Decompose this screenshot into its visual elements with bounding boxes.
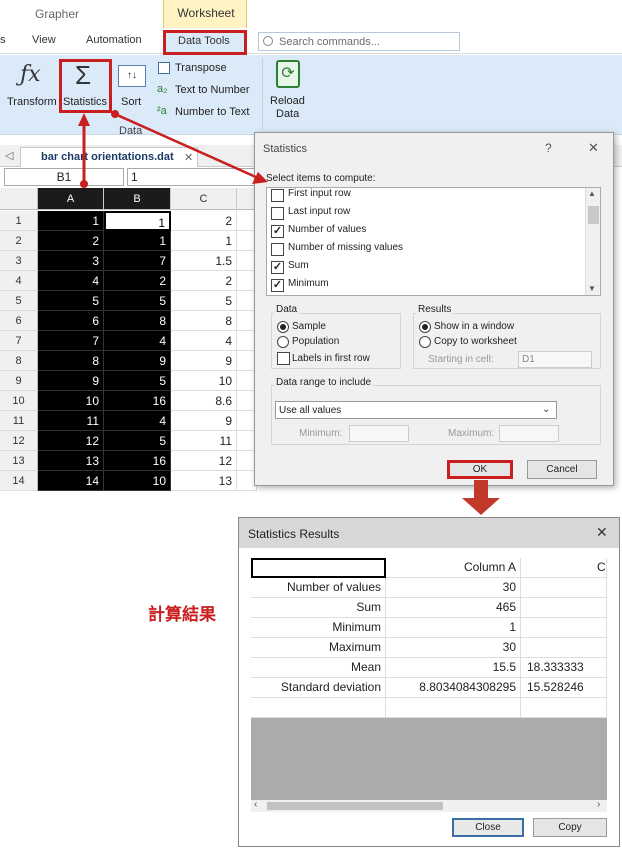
scroll-left-icon[interactable]: ‹ xyxy=(254,799,257,810)
results-cell[interactable]: Standard deviation xyxy=(251,678,386,698)
results-cell[interactable] xyxy=(521,598,607,618)
results-cell[interactable]: 30 xyxy=(386,578,521,598)
results-cell[interactable]: 30 xyxy=(386,638,521,658)
results-grid-area: Column A C Number of values 30 Sum 465 Minimum… xyxy=(251,558,607,800)
arrow-line-dialog xyxy=(114,112,259,180)
down-arrow-head xyxy=(462,498,500,515)
arrowhead-statistics xyxy=(78,113,90,126)
results-cell[interactable]: Minimum xyxy=(251,618,386,638)
results-cell[interactable]: Number of values xyxy=(251,578,386,598)
results-cell[interactable] xyxy=(386,698,521,718)
results-cell[interactable]: 18.333333 xyxy=(521,658,607,678)
results-close-button[interactable]: Close xyxy=(452,818,524,837)
results-title: Statistics Results xyxy=(248,527,340,541)
scroll-right-icon[interactable]: › xyxy=(597,799,600,810)
results-header-cell[interactable]: C xyxy=(521,558,607,578)
results-cell[interactable]: 15.5 xyxy=(386,658,521,678)
results-cell[interactable] xyxy=(251,698,386,718)
results-cell[interactable]: 15.528246 xyxy=(521,678,607,698)
arrow-dot-b1 xyxy=(80,180,88,188)
down-arrow-shaft xyxy=(474,480,488,500)
results-cell[interactable]: 465 xyxy=(386,598,521,618)
results-cell[interactable] xyxy=(521,698,607,718)
statistics-results-window: Statistics Results ✕ Column A C Number of … xyxy=(238,517,620,847)
results-cell[interactable]: 1 xyxy=(386,618,521,638)
results-header-cell[interactable]: Column A xyxy=(386,558,521,578)
results-cell[interactable]: Mean xyxy=(251,658,386,678)
results-header-cell[interactable] xyxy=(251,558,386,578)
results-cell[interactable] xyxy=(521,638,607,658)
results-cell[interactable]: 8.8034084308295 xyxy=(386,678,521,698)
results-cell[interactable] xyxy=(521,618,607,638)
results-cell[interactable]: Sum xyxy=(251,598,386,618)
hscroll-thumb[interactable] xyxy=(267,802,443,810)
results-titlebar: Statistics Results ✕ xyxy=(239,518,619,548)
results-cell[interactable] xyxy=(521,578,607,598)
results-close-icon[interactable]: ✕ xyxy=(596,524,608,541)
results-copy-button[interactable]: Copy xyxy=(533,818,607,837)
result-annotation: 計算結果 xyxy=(148,605,216,625)
results-cell[interactable]: Maximum xyxy=(251,638,386,658)
results-hscrollbar[interactable]: ‹ › xyxy=(251,799,607,812)
arrowhead-dialog xyxy=(252,172,268,184)
